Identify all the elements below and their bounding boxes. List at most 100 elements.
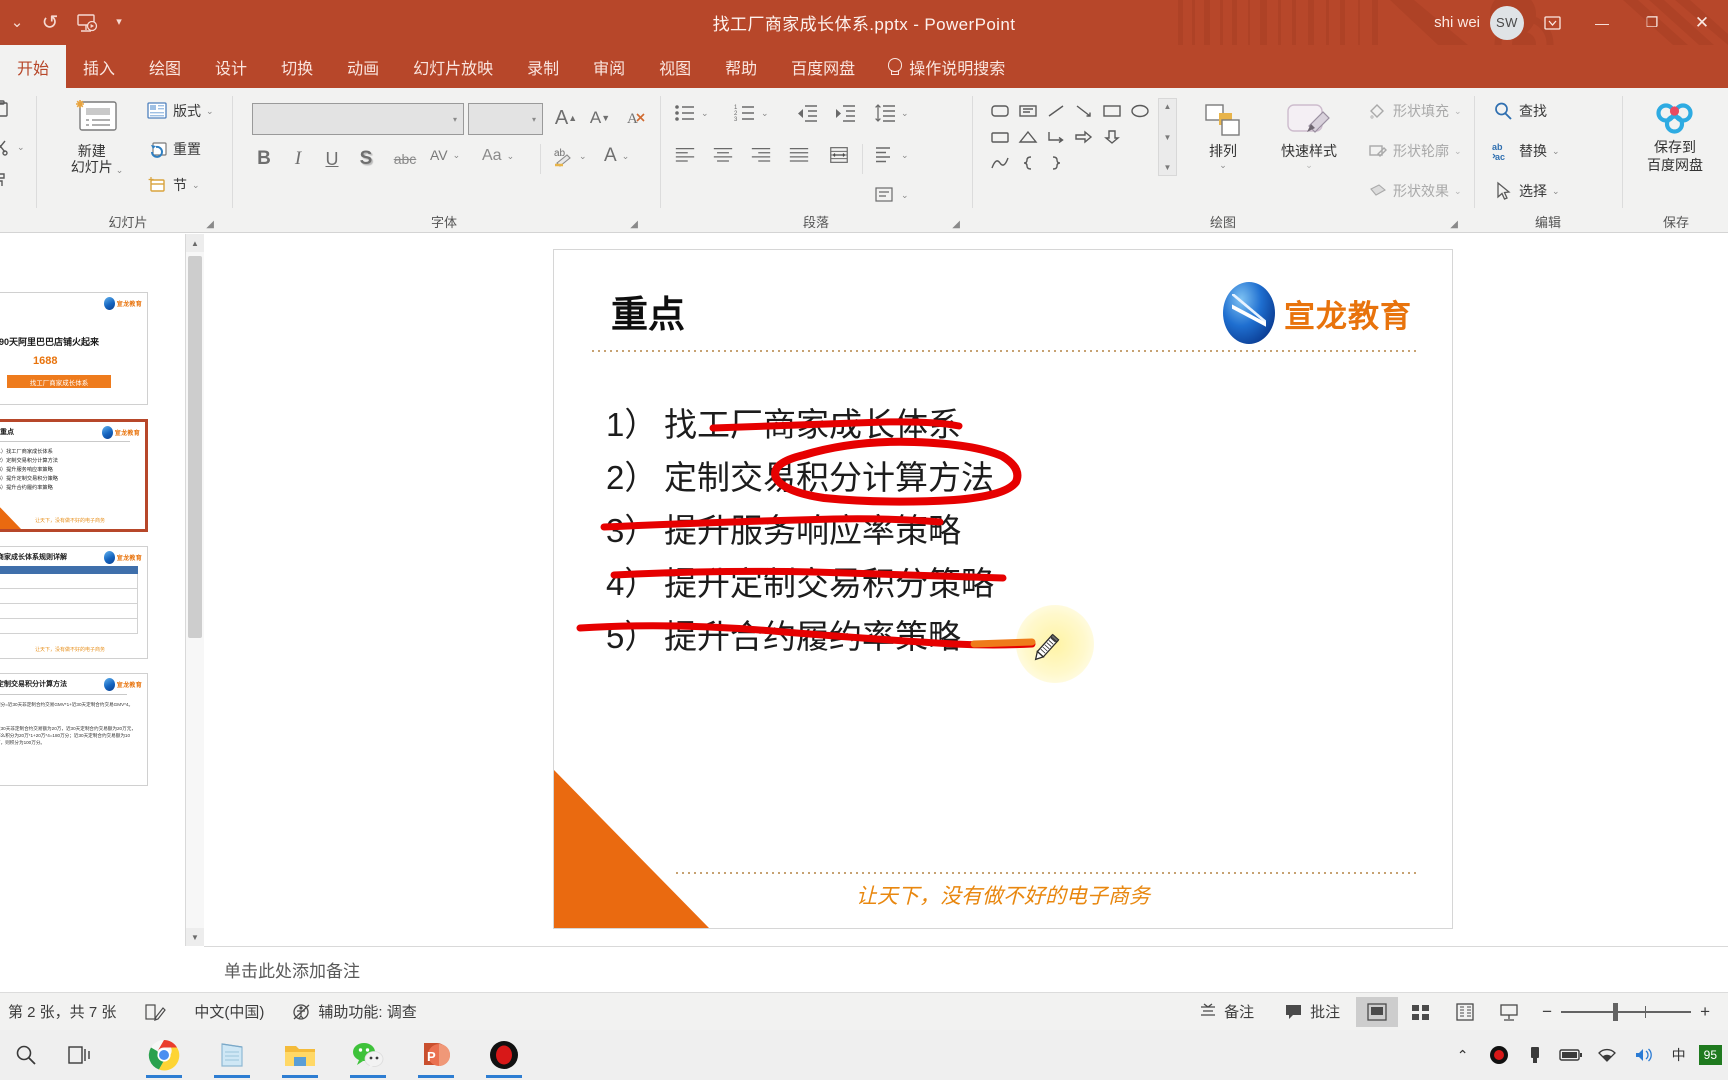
tab-design[interactable]: 设计 [198, 45, 264, 88]
tab-baidu-netdisk[interactable]: 百度网盘 [774, 45, 872, 88]
shape-triangle[interactable] [1014, 124, 1042, 150]
ribbon-display-options-icon[interactable] [1530, 0, 1574, 45]
new-slide-button[interactable]: 新建 幻灯片 ⌄ [60, 98, 134, 175]
clear-formatting-button[interactable]: A [620, 102, 652, 134]
close-button[interactable]: ✕ [1680, 0, 1724, 45]
clock[interactable]: 95 [1698, 1044, 1722, 1066]
font-name-input[interactable]: ▾ [252, 103, 464, 135]
shape-rounded-rect[interactable] [986, 98, 1014, 124]
shapes-more-icon[interactable]: ▼ [1164, 163, 1172, 172]
bold-button[interactable]: B [248, 143, 280, 175]
tab-view[interactable]: 视图 [642, 45, 708, 88]
change-case-button[interactable]: Aa ⌄ [482, 147, 514, 165]
align-text-button[interactable]: ⌄ [874, 184, 909, 206]
thumbnail-scroll-thumb[interactable] [188, 256, 202, 638]
slide-bullet-list[interactable]: 1） 找工厂商家成长体系 2） 定制交易积分计算方法 3） 提升服务响应率策略 … [606, 398, 1396, 663]
layout-button[interactable]: 版式 ⌄ [146, 100, 214, 122]
justify-button[interactable] [788, 144, 810, 166]
italic-button[interactable]: I [282, 143, 314, 175]
drawing-dialog-launcher[interactable]: ◢ [1450, 219, 1458, 230]
line-spacing-button[interactable]: ⌄ [874, 102, 909, 124]
chrome-icon[interactable] [136, 1030, 192, 1080]
comments-button[interactable]: 批注 [1270, 1001, 1354, 1022]
shape-textbox[interactable] [1014, 98, 1042, 124]
paste-button[interactable] [0, 98, 12, 120]
slide-title[interactable]: 重点 [611, 284, 685, 338]
recorder-tray-icon[interactable] [1483, 1030, 1515, 1080]
normal-view-button[interactable] [1356, 996, 1399, 1027]
text-highlight-button[interactable]: ab ⌄ [552, 145, 587, 167]
language-indicator[interactable]: 中文(中国) [180, 1001, 278, 1022]
underline-button[interactable]: U [316, 143, 348, 175]
format-painter-button[interactable] [0, 168, 12, 190]
thumbnail-slide-3[interactable]: 宣龙教育 商家成长体系规则详解 让天下，没有做不好的电子商务 [0, 546, 148, 659]
shape-more-3[interactable] [1098, 150, 1126, 176]
notes-button[interactable]: 备注 [1184, 1001, 1268, 1022]
shape-right-brace[interactable] [1042, 150, 1070, 176]
restore-button[interactable]: ❐ [1630, 0, 1674, 45]
select-button[interactable]: 选择 ⌄ [1492, 180, 1560, 202]
zoom-in-button[interactable]: + [1700, 1002, 1710, 1022]
font-size-input[interactable]: ▾ [468, 103, 543, 135]
shapes-scroll-up-icon[interactable]: ▲ [1164, 102, 1172, 111]
slide-sorter-button[interactable] [1400, 997, 1442, 1027]
text-direction-button[interactable]: ⌄ [874, 144, 909, 166]
shape-rounded-rect-2[interactable] [986, 124, 1014, 150]
shape-effects-button[interactable]: 形状效果 ⌄ [1366, 180, 1462, 202]
shape-arrow[interactable] [1070, 98, 1098, 124]
shape-outline-button[interactable]: 形状轮廓 ⌄ [1366, 140, 1462, 162]
network-tray-icon[interactable] [1591, 1030, 1623, 1080]
tab-animations[interactable]: 动画 [330, 45, 396, 88]
columns-button[interactable] [828, 144, 850, 166]
thumbnail-slide-4[interactable]: 宣龙教育 定制交易积分计算方法 积分=近30天非定制合约交易GMV*1+近30天… [0, 673, 148, 786]
increase-indent-button[interactable] [834, 102, 856, 124]
numbering-button[interactable]: 123 ⌄ [734, 102, 769, 124]
slide-canvas[interactable]: 重点 宣龙教育 1） 找工厂商家成长体系 2） 定制交易积分计算方法 3） 提升… [553, 249, 1453, 929]
replace-button[interactable]: ab ac 替换 ⌄ [1492, 140, 1560, 162]
screen-recorder-icon[interactable] [476, 1030, 532, 1080]
bullets-button[interactable]: ⌄ [674, 102, 709, 124]
thumbnail-slide-2[interactable]: 宣龙教育 重点 1）找工厂商家成长体系 2）定制交易积分计算方法 3）提升服务响… [0, 419, 148, 532]
show-hidden-icons[interactable]: ⌃ [1447, 1030, 1479, 1080]
decrease-indent-button[interactable] [796, 102, 818, 124]
shape-left-brace[interactable] [1014, 150, 1042, 176]
align-center-button[interactable] [712, 144, 734, 166]
shape-down-arrow[interactable] [1098, 124, 1126, 150]
tab-record[interactable]: 录制 [510, 45, 576, 88]
thumbnail-scrollbar[interactable]: ▲ ▼ [186, 234, 204, 946]
thumbnail-slide-1[interactable]: 宣龙教育 90天阿里巴巴店铺火起来 1688 找工厂商家成长体系 [0, 292, 148, 405]
strikethrough-button[interactable]: abc [386, 143, 424, 175]
usb-tray-icon[interactable] [1519, 1030, 1551, 1080]
slide-thumbnail-pane[interactable]: 宣龙教育 90天阿里巴巴店铺火起来 1688 找工厂商家成长体系 宣龙教育 重点… [0, 234, 186, 946]
quick-styles-button[interactable]: 快速样式 ⌄ [1266, 102, 1352, 171]
powerpoint-icon[interactable]: P [408, 1030, 464, 1080]
character-spacing-button[interactable]: AV ⌄ [430, 147, 460, 163]
shape-right-arrow[interactable] [1070, 124, 1098, 150]
shape-rectangle[interactable] [1098, 98, 1126, 124]
shape-elbow-connector[interactable] [1042, 124, 1070, 150]
font-dialog-launcher[interactable]: ◢ [630, 219, 638, 230]
avatar[interactable]: SW [1490, 5, 1524, 40]
search-icon[interactable] [0, 1030, 52, 1080]
font-color-button[interactable]: A ⌄ [604, 145, 629, 167]
tab-transitions[interactable]: 切换 [264, 45, 330, 88]
shape-line[interactable] [1042, 98, 1070, 124]
shape-more-4[interactable] [1126, 150, 1154, 176]
thumbnail-scroll-down-icon[interactable]: ▼ [186, 928, 204, 946]
shape-more-1[interactable] [1126, 124, 1154, 150]
increase-font-size-button[interactable]: A ▲ [550, 102, 582, 134]
notes-pane[interactable]: 单击此处添加备注 [204, 946, 1728, 992]
notepad-icon[interactable] [204, 1030, 260, 1080]
volume-tray-icon[interactable] [1627, 1030, 1659, 1080]
zoom-out-button[interactable]: − [1542, 1002, 1552, 1022]
tab-draw[interactable]: 绘图 [132, 45, 198, 88]
ime-tray-icon[interactable]: 中 [1663, 1030, 1695, 1080]
file-explorer-icon[interactable] [272, 1030, 328, 1080]
shapes-gallery[interactable] [986, 98, 1154, 176]
battery-tray-icon[interactable] [1555, 1030, 1587, 1080]
cut-button[interactable]: ⌄ [0, 136, 25, 158]
minimize-button[interactable]: — [1580, 0, 1624, 45]
spell-check-icon[interactable] [130, 1003, 180, 1021]
zoom-slider-thumb[interactable] [1613, 1002, 1619, 1021]
accessibility-status[interactable]: 辅助功能: 调查 [278, 1001, 430, 1022]
